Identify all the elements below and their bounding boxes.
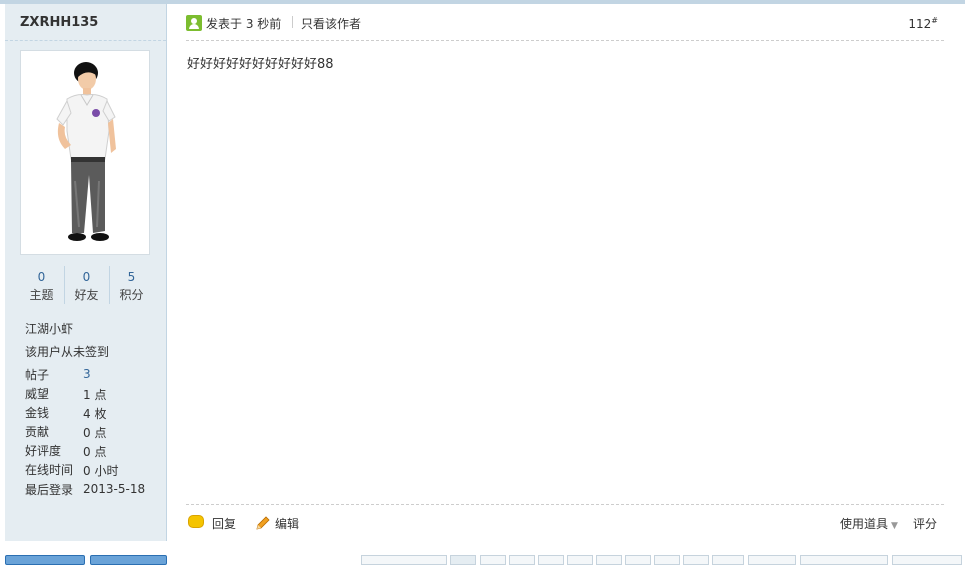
info-prestige: 威望 1 点 [25,387,107,402]
page-link[interactable] [480,555,506,565]
page-ellipsis[interactable] [748,555,796,565]
post-floor[interactable]: 112# [908,16,938,31]
info-money: 金钱 4 枚 [25,406,107,421]
header-divider [186,40,944,41]
divider [5,40,166,41]
rate-button[interactable]: 评分 [913,515,937,532]
footer-divider [186,504,944,505]
page-link[interactable] [509,555,535,565]
stat-threads[interactable]: 0 主题 [20,266,63,304]
new-thread-button[interactable] [5,555,85,565]
signin-status: 该用户从未签到 [25,345,110,359]
avatar[interactable] [20,50,150,255]
author-sidebar: ZXRHH135 0 主题 0 好友 5 积分 江湖小虾 该用户从未签到 帖子 … [5,4,167,541]
pencil-icon [256,516,270,530]
avatar-image [56,62,116,241]
post-header: 发表于 3 秒前 只看该作者 112# [186,13,944,35]
only-author-link[interactable]: 只看该作者 [301,15,361,32]
page-current[interactable] [450,555,476,565]
page-link[interactable] [567,555,593,565]
divider [292,16,293,28]
edit-button[interactable]: 编辑 [254,514,304,532]
info-posts: 帖子 3 [25,367,91,382]
page-link[interactable] [712,555,744,565]
info-contribution: 贡献 0 点 [25,425,107,440]
stat-points[interactable]: 5 积分 [109,266,153,304]
post-content: 好好好好好好好好好好88 [187,57,334,72]
stat-friends[interactable]: 0 好友 [64,266,108,304]
info-rating: 好评度 0 点 [25,444,107,459]
page-link[interactable] [654,555,680,565]
user-icon [186,15,202,31]
page-link[interactable] [625,555,651,565]
author-name[interactable]: ZXRHH135 [20,15,98,30]
page-next[interactable] [892,555,962,565]
use-tools-menu[interactable]: 使用道具 ▼ [840,515,898,532]
info-online-time: 在线时间 0 小时 [25,463,119,478]
reply-thread-button[interactable] [90,555,167,565]
page-link[interactable] [538,555,564,565]
page-prev[interactable] [361,555,447,565]
page-jump[interactable] [800,555,888,565]
page-link[interactable] [683,555,709,565]
info-last-login: 最后登录 2013-5-18 [25,482,146,497]
post-time: 发表于 3 秒前 [206,17,282,31]
page-link[interactable] [596,555,622,565]
speech-bubble-icon [188,515,204,528]
user-rank: 江湖小虾 [25,322,74,336]
user-stats: 0 主题 0 好友 5 积分 [20,266,151,304]
reply-button[interactable]: 回复 [188,514,240,532]
chevron-down-icon: ▼ [891,521,898,531]
